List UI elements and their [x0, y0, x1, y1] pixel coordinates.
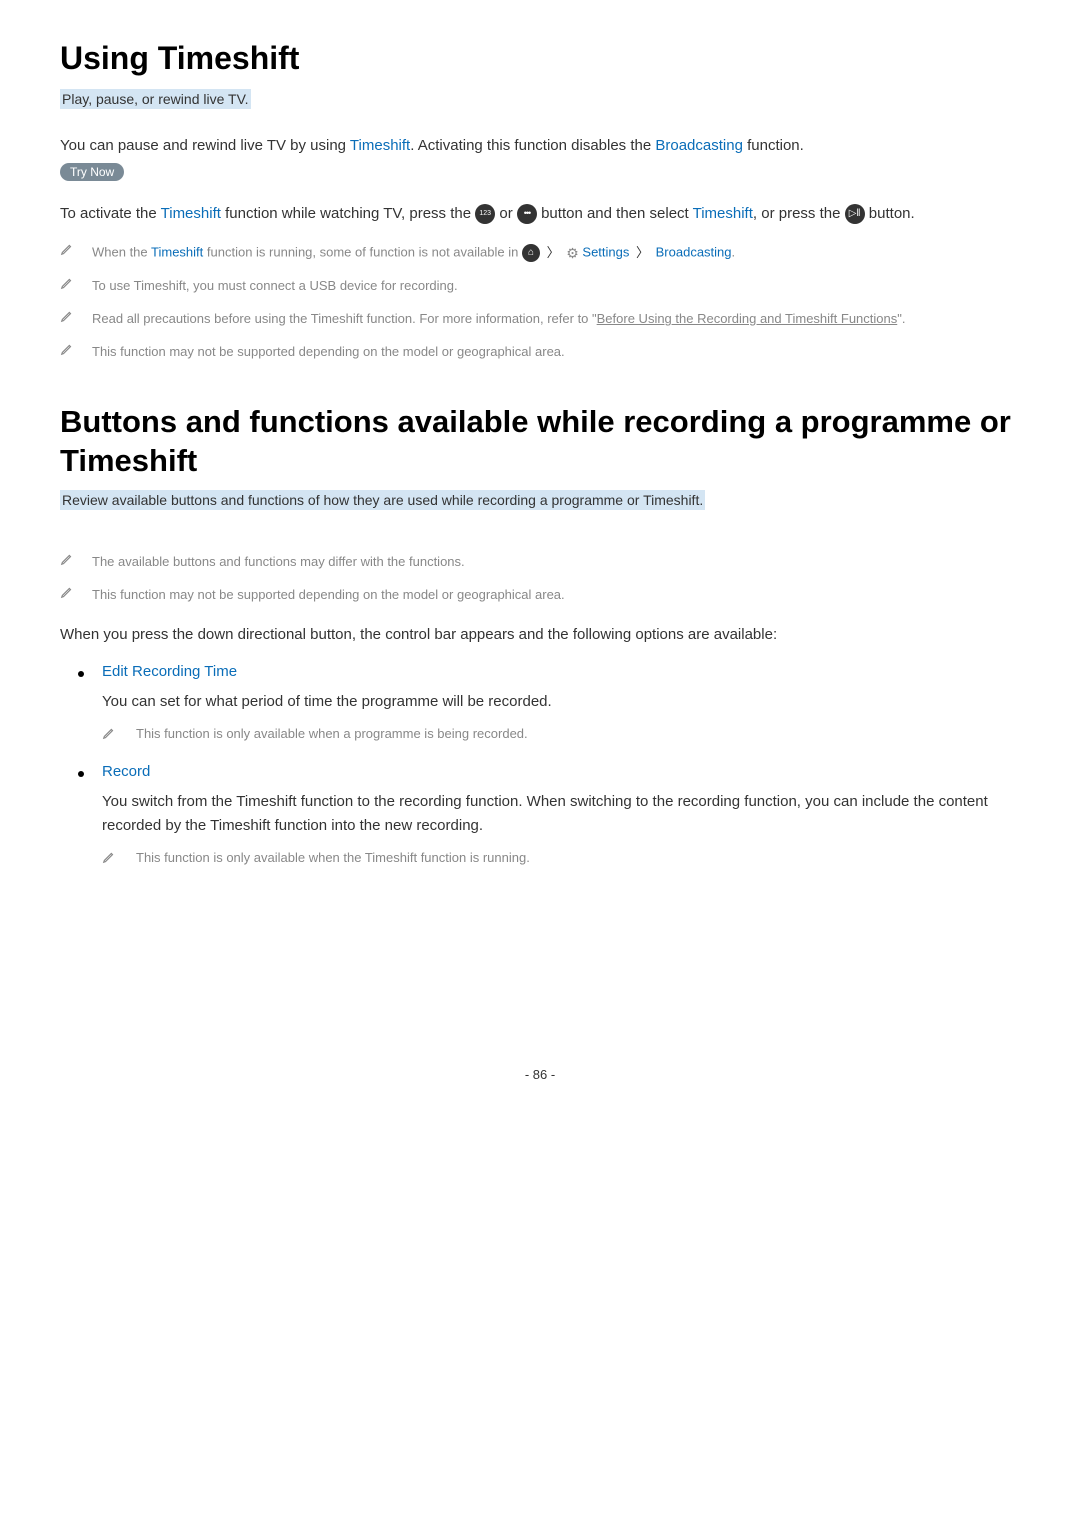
timeshift-term: Timeshift	[693, 205, 753, 222]
pencil-icon	[102, 726, 122, 743]
bullet-icon	[78, 671, 84, 677]
note-item: This function may not be supported depen…	[60, 342, 1020, 363]
notes-list-1: When the Timeshift function is running, …	[60, 242, 1020, 363]
text: Read all precautions before using the Ti…	[92, 311, 597, 326]
section-subtitle-2: Review available buttons and functions o…	[60, 490, 705, 510]
pencil-icon	[60, 342, 80, 363]
note-item: Read all precautions before using the Ti…	[60, 309, 1020, 330]
pencil-icon	[60, 585, 80, 606]
text: . Activating this function disables the	[410, 137, 655, 154]
bullet-icon	[78, 771, 84, 777]
home-icon: ⌂	[522, 244, 540, 262]
text: ".	[897, 311, 905, 326]
section-heading-2: Buttons and functions available while re…	[60, 403, 1020, 481]
option-title: Edit Recording Time	[102, 663, 237, 680]
text: button and then select	[541, 205, 693, 222]
text: button.	[869, 205, 915, 222]
section-subtitle: Play, pause, or rewind live TV.	[60, 89, 251, 109]
options-list: Edit Recording Time You can set for what…	[60, 663, 1020, 867]
note-text: The available buttons and functions may …	[92, 552, 465, 573]
note-item: The available buttons and functions may …	[60, 552, 1020, 573]
note-text: This function is only available when a p…	[136, 726, 528, 741]
pencil-icon	[102, 850, 122, 867]
option-body: You switch from the Timeshift function t…	[102, 790, 1020, 838]
note-item: When the Timeshift function is running, …	[60, 242, 1020, 264]
notes-list-2: The available buttons and functions may …	[60, 552, 1020, 606]
text: function is running, some of function is…	[203, 245, 522, 260]
list-item: Edit Recording Time You can set for what…	[60, 663, 1020, 743]
try-now-badge[interactable]: Try Now	[60, 163, 124, 181]
timeshift-term: Timeshift	[350, 137, 410, 154]
remote-123-icon: 123	[475, 204, 495, 224]
text: , or press the	[753, 205, 845, 222]
option-body: You can set for what period of time the …	[102, 690, 1020, 714]
remote-dots-icon	[517, 204, 537, 224]
settings-term: Settings	[579, 245, 633, 260]
note-text: This function may not be supported depen…	[92, 585, 565, 606]
text: function while watching TV, press the	[221, 205, 475, 222]
play-pause-icon: ▷‖	[845, 204, 865, 224]
option-title: Record	[102, 763, 150, 780]
note-text: This function may not be supported depen…	[92, 342, 565, 363]
intro-paragraph-2: To activate the Timeshift function while…	[60, 201, 1020, 227]
manual-link[interactable]: Before Using the Recording and Timeshift…	[597, 311, 898, 326]
note-item: This function may not be supported depen…	[60, 585, 1020, 606]
pencil-icon	[60, 242, 80, 263]
intro-text: When you press the down directional butt…	[60, 622, 1020, 648]
chevron-right-icon: 〉	[636, 243, 649, 264]
pencil-icon	[60, 552, 80, 573]
text: When the	[92, 245, 151, 260]
text: To activate the	[60, 205, 161, 222]
intro-paragraph-1: You can pause and rewind live TV by usin…	[60, 133, 1020, 159]
page-number: - 86 -	[60, 1067, 1020, 1082]
pencil-icon	[60, 276, 80, 297]
broadcasting-term: Broadcasting	[655, 137, 743, 154]
broadcasting-term: Broadcasting	[656, 245, 732, 260]
text: .	[732, 245, 736, 260]
option-note: This function is only available when the…	[102, 850, 1020, 867]
chevron-right-icon: 〉	[547, 243, 560, 264]
timeshift-term: Timeshift	[151, 245, 203, 260]
text: You can pause and rewind live TV by usin…	[60, 137, 350, 154]
timeshift-term: Timeshift	[161, 205, 221, 222]
text: function.	[743, 137, 804, 154]
option-note: This function is only available when a p…	[102, 726, 1020, 743]
note-text: This function is only available when the…	[136, 850, 530, 865]
list-item: Record You switch from the Timeshift fun…	[60, 763, 1020, 867]
text: or	[499, 205, 517, 222]
gear-icon: ⚙	[566, 242, 579, 264]
note-item: To use Timeshift, you must connect a USB…	[60, 276, 1020, 297]
section-heading: Using Timeshift	[60, 40, 1020, 77]
pencil-icon	[60, 309, 80, 330]
note-text: To use Timeshift, you must connect a USB…	[92, 276, 458, 297]
